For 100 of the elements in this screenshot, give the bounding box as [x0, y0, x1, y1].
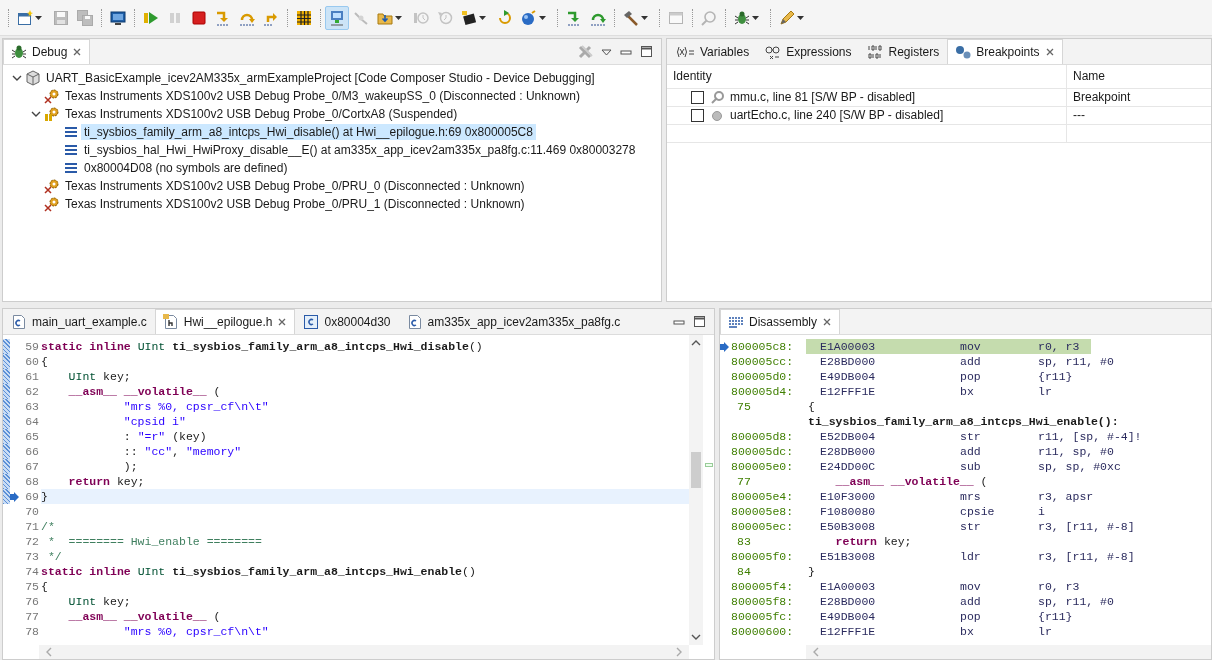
view-tab[interactable]: Hwi__epilogue.h — [154, 309, 296, 334]
line-number: 64 — [24, 414, 40, 429]
maximize-icon[interactable] — [693, 315, 706, 328]
sphere-icon — [521, 9, 537, 26]
address: 800005d4: — [730, 384, 794, 399]
cube-icon — [25, 70, 41, 86]
table-cell: --- — [1073, 108, 1085, 123]
tree-item[interactable]: ti_sysbios_family_arm_a8_intcps_Hwi_disable() at Hwi__epilogue.h:69 0x800005C8 — [81, 123, 536, 141]
chevron-icon[interactable] — [30, 109, 41, 119]
variable-icon — [675, 44, 695, 60]
tree-item[interactable]: Texas Instruments XDS100v2 USB Debug Probe_0/PRU_0 (Disconnected : Unknown) — [62, 177, 528, 195]
line-number: 75 — [24, 579, 40, 594]
instruction-line: E10F3000 mrs r3, apsr — [819, 489, 1095, 504]
address: 80000600: — [730, 624, 794, 639]
close-icon[interactable] — [1044, 47, 1055, 57]
code-line: :: "cc", "memory" — [122, 444, 243, 459]
gear-icon — [44, 88, 60, 104]
address: 800005cc: — [730, 354, 794, 369]
line-number: 67 — [24, 459, 40, 474]
ruler-mark — [704, 463, 713, 467]
address: 800005f0: — [730, 549, 794, 564]
breakpoint-label[interactable]: mmu.c, line 81 [S/W BP - disabled] — [730, 90, 916, 105]
checkbox[interactable] — [691, 109, 704, 122]
close-icon[interactable] — [822, 317, 832, 327]
source-line: __asm__ __volatile__ ( — [834, 474, 988, 489]
address: 800005d8: — [730, 429, 794, 444]
file-icon — [406, 314, 423, 330]
chip-icon — [461, 9, 477, 26]
view-tab[interactable]: Expressions — [757, 39, 860, 64]
lines-icon — [63, 124, 79, 140]
dots-icon — [955, 44, 972, 60]
view-tab[interactable]: 0x80004d30 — [295, 309, 399, 334]
address: 800005e4: — [730, 489, 794, 504]
caret-icon[interactable] — [750, 13, 760, 22]
column-header[interactable]: Name — [1073, 69, 1105, 84]
tree-item[interactable]: Texas Instruments XDS100v2 USB Debug Probe_0/CortxA8 (Suspended) — [62, 105, 461, 123]
caret-icon[interactable] — [537, 13, 547, 22]
close-icon[interactable] — [277, 317, 288, 327]
line-number: 78 — [24, 624, 40, 639]
scroll-thumb[interactable] — [691, 452, 701, 488]
maximize-icon[interactable] — [640, 45, 653, 58]
code-line: { — [41, 354, 49, 369]
tree-item[interactable]: UART_BasicExample_icev2AM335x_armExampleProject [Code Composer Studio - Device Debugging] — [43, 69, 598, 87]
view-tab[interactable]: Debug — [3, 39, 91, 64]
line-number: 59 — [24, 339, 40, 354]
checkbox[interactable] — [691, 91, 704, 104]
tree-item[interactable]: Texas Instruments XDS100v2 USB Debug Probe_0/PRU_1 (Disconnected : Unknown) — [62, 195, 528, 213]
view-tab[interactable]: Variables — [667, 39, 758, 64]
line-number: 61 — [24, 369, 40, 384]
close-icon[interactable] — [72, 47, 83, 57]
caret-icon[interactable] — [393, 13, 403, 22]
code-line: UInt key; — [67, 369, 132, 384]
address: 800005fc: — [730, 609, 794, 624]
instruction-line: E12FFF1E bx lr — [819, 384, 1053, 399]
cable-icon — [353, 9, 369, 26]
caret-icon[interactable] — [639, 13, 649, 22]
floppy-disks-icon — [77, 9, 93, 26]
down-arrow-icon — [566, 9, 582, 26]
instruction-line: F1080080 cpsie i — [819, 504, 1046, 519]
code-line: "mrs %0, cpsr_cf\n\t" — [122, 624, 270, 639]
view-tab[interactable]: main_uart_example.c — [3, 309, 155, 334]
view-tab[interactable]: am335x_app_icev2am335x_pa8fg.c — [398, 309, 629, 334]
caret-icon[interactable] — [477, 13, 487, 22]
view-tab[interactable]: Registers — [859, 39, 948, 64]
function-label: ti_sysbios_family_arm_a8_intcps_Hwi_enable(): — [807, 414, 1119, 429]
code-line: UInt key; — [67, 594, 132, 609]
code-line: __asm__ __volatile__ ( — [67, 384, 222, 399]
breakpoint-label[interactable]: uartEcho.c, line 240 [S/W BP - disabled] — [730, 108, 944, 123]
code-line: static inline UInt ti_sysbios_family_arm_a8_intcps_Hwi_disable() — [41, 339, 484, 354]
view-menu-icon[interactable] — [601, 47, 612, 56]
caret-icon[interactable] — [795, 13, 805, 22]
instruction-line: E24DD00C sub sp, sp, #0xc — [819, 459, 1122, 474]
line-number: 70 — [24, 504, 40, 519]
down-arrow-icon — [215, 9, 231, 26]
caret-icon[interactable] — [33, 13, 43, 22]
lines-icon — [63, 160, 79, 176]
view-tab[interactable]: Disassembly — [720, 309, 840, 334]
gear-icon — [44, 178, 60, 194]
code-line: * ======== Hwi_enable ======== — [46, 534, 263, 549]
tree-item[interactable]: 0x80004D08 (no symbols are defined) — [81, 159, 291, 177]
bug-icon — [734, 9, 750, 26]
tree-item[interactable]: ti_sysbios_hal_Hwi_HwiProxy_disable__E() at am335x_app_icev2am335x_pa8fg.c:11.469 0x80003278 — [81, 141, 639, 159]
file-icon — [11, 314, 27, 330]
line-number: 66 — [24, 444, 40, 459]
new-window-icon — [17, 9, 33, 26]
hammer-icon — [623, 9, 639, 26]
source-line: { — [807, 399, 815, 414]
view-tab[interactable]: Breakpoints — [947, 39, 1063, 64]
bug-icon — [11, 44, 27, 60]
address: 800005dc: — [730, 444, 794, 459]
code-line: /* — [41, 519, 56, 534]
instruction-line: E28BD000 add sp, r11, #0 — [819, 594, 1115, 609]
tree-item[interactable]: Texas Instruments XDS100v2 USB Debug Probe_0/M3_wakeupSS_0 (Disconnected : Unknown) — [62, 87, 583, 105]
instruction-line: E49DB004 pop {r11} — [819, 609, 1074, 624]
instruction-line: E12FFF1E bx lr — [819, 624, 1053, 639]
address: 800005f4: — [730, 579, 794, 594]
line-number: 83 — [736, 534, 751, 549]
column-header[interactable]: Identity — [673, 69, 712, 84]
play-icon — [143, 9, 159, 26]
chevron-icon[interactable] — [11, 73, 22, 83]
